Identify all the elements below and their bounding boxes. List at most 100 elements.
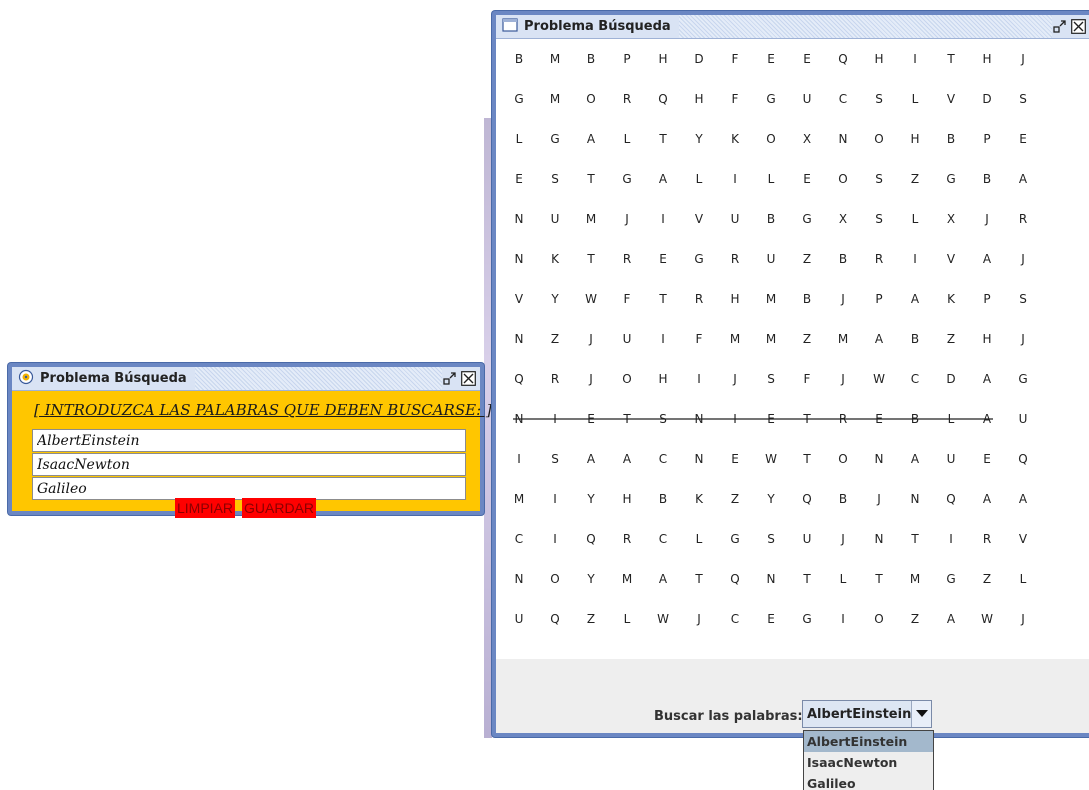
grid-cell: A [1018, 172, 1028, 186]
grid-cell: O [838, 172, 848, 186]
grid-cell: F [731, 52, 739, 66]
grid-cell: U [1018, 412, 1028, 426]
grid-cell: L [911, 212, 919, 226]
grid-cell: V [514, 292, 524, 306]
grid-cell: D [694, 52, 704, 66]
grid-cell: U [550, 212, 560, 226]
word-field-3[interactable] [32, 477, 466, 500]
grid-cell: R [874, 252, 884, 266]
grid-cell: O [766, 132, 776, 146]
grid-cell: J [841, 532, 845, 546]
grid-cell: W [981, 612, 993, 626]
grid-cell: S [659, 412, 667, 426]
grid-cell: P [983, 132, 991, 146]
grid-cell: E [875, 412, 883, 426]
option-1[interactable]: AlbertEinstein [804, 731, 933, 752]
grid-cell: Z [730, 492, 740, 506]
grid-cell: G [622, 172, 632, 186]
grid-cell: N [694, 452, 704, 466]
grid-cell: W [765, 452, 777, 466]
grid-cell: V [946, 92, 956, 106]
word-search-window: Problema Búsqueda B M B P H D F E E Q H I T H J G M O R Q H F… [492, 11, 1089, 737]
grid-cell: A [874, 332, 884, 346]
grid-cell: I [661, 212, 665, 226]
grid-cell: Y [695, 132, 703, 146]
grid-cell: T [587, 172, 595, 186]
save-button[interactable]: GUARDAR [242, 498, 317, 518]
grid-window-titlebar[interactable]: Problema Búsqueda [496, 15, 1089, 39]
grid-cell: M [729, 332, 741, 346]
close-icon[interactable] [1071, 19, 1086, 34]
grid-cell: B [910, 412, 920, 426]
grid-cell: V [694, 212, 704, 226]
grid-cell: J [1021, 332, 1025, 346]
grid-cell: S [767, 372, 775, 386]
grid-cell: E [767, 52, 775, 66]
grid-cell: O [874, 612, 884, 626]
clear-button[interactable]: LIMPIAR [175, 498, 236, 518]
grid-cell: T [659, 292, 667, 306]
grid-cell: E [1019, 132, 1027, 146]
chevron-down-icon[interactable] [911, 701, 931, 727]
grid-cell: T [587, 252, 595, 266]
input-window-titlebar[interactable]: Problema Búsqueda [12, 367, 480, 391]
grid-cell: T [911, 532, 919, 546]
grid-cell: I [913, 252, 917, 266]
grid-cell: S [1019, 92, 1027, 106]
grid-cell: I [517, 452, 521, 466]
grid-cell: H [982, 332, 992, 346]
grid-cell: J [589, 332, 593, 346]
grid-cell: U [802, 92, 812, 106]
grid-cell: E [515, 172, 523, 186]
grid-cell: A [910, 292, 920, 306]
grid-cell: C [658, 532, 668, 546]
grid-cell: U [766, 252, 776, 266]
option-2[interactable]: IsaacNewton [804, 752, 933, 773]
grid-cell: B [766, 212, 776, 226]
grid-cell: A [658, 172, 668, 186]
grid-cell: K [731, 132, 739, 146]
grid-cell: Q [946, 492, 956, 506]
grid-cell: A [586, 452, 596, 466]
minimize-icon[interactable] [442, 371, 457, 386]
input-words-window: Problema Búsqueda [ INTRODUZCA LAS PALAB… [8, 363, 492, 518]
grid-cell: L [767, 172, 775, 186]
grid-cell: Z [982, 572, 992, 586]
grid-cell: Q [838, 52, 848, 66]
grid-cell: G [766, 92, 776, 106]
grid-cell: I [841, 612, 845, 626]
grid-cell: M [765, 292, 777, 306]
minimize-icon[interactable] [1052, 19, 1067, 34]
letter-grid: B M B P H D F E E Q H I T H J G M O R Q H F G U C S L V D S L G A L T Y K O X N… [496, 39, 1089, 659]
grid-cell: R [982, 532, 992, 546]
close-icon[interactable] [461, 371, 476, 386]
grid-cell: E [587, 412, 595, 426]
grid-cell: J [1021, 252, 1025, 266]
grid-cell: S [767, 532, 775, 546]
grid-cell: L [695, 172, 703, 186]
grid-cell: I [553, 492, 557, 506]
option-3[interactable]: Galileo [804, 773, 933, 790]
word-select[interactable]: AlbertEinstein [802, 700, 932, 728]
grid-cell: T [803, 412, 811, 426]
grid-cell: Y [587, 492, 595, 506]
grid-cell: A [910, 452, 920, 466]
grid-cell: I [913, 52, 917, 66]
grid-cell: L [947, 412, 955, 426]
grid-cell: E [767, 412, 775, 426]
grid-cell: G [550, 132, 560, 146]
grid-cell: T [659, 132, 667, 146]
grid-cell: L [1019, 572, 1027, 586]
grid-cell: K [551, 252, 559, 266]
grid-cell: H [658, 52, 668, 66]
grid-cell: F [623, 292, 631, 306]
grid-cell: A [622, 452, 632, 466]
grid-cell: C [730, 612, 740, 626]
grid-cell: Y [767, 492, 775, 506]
grid-cell: W [657, 612, 669, 626]
grid-cell: B [838, 252, 848, 266]
grid-cell: H [730, 292, 740, 306]
grid-cell: K [947, 292, 955, 306]
word-field-1[interactable] [32, 429, 466, 452]
word-field-2[interactable] [32, 453, 466, 476]
